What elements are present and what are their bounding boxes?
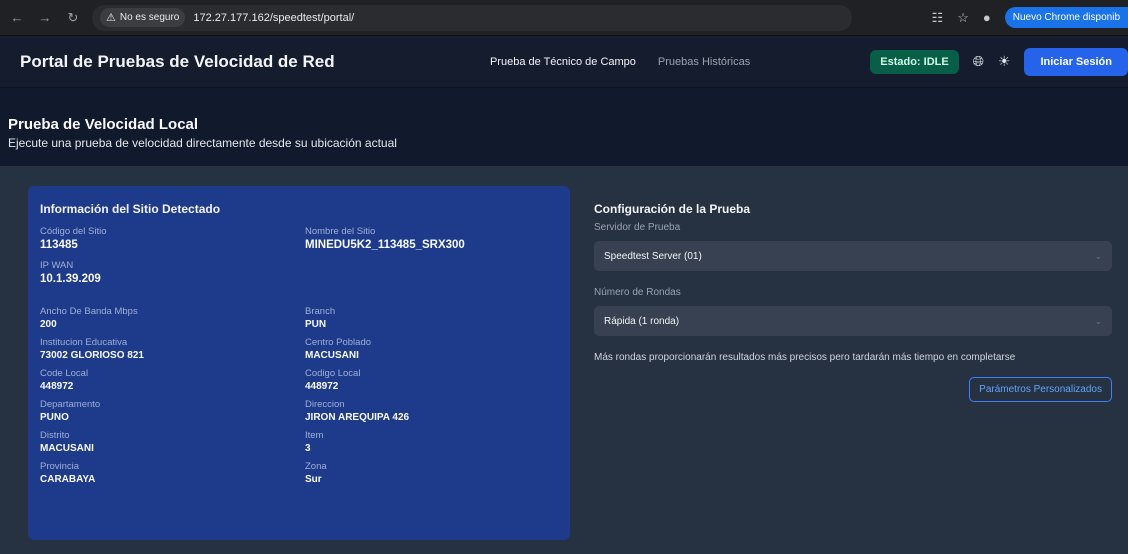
main-nav: Prueba de Técnico de Campo Pruebas Histó… [490,56,750,68]
profile-icon[interactable]: ● [983,10,991,25]
field-label: Direccion [305,399,345,410]
field-institution: Institucion Educativa 73002 GLORIOSO 821 [40,337,305,361]
site-card-title: Información del Sitio Detectado [40,202,221,216]
server-label: Servidor de Prueba [594,222,681,233]
rounds-select-value: Rápida (1 ronda) [604,315,680,327]
nav-field-test[interactable]: Prueba de Técnico de Campo [490,56,636,68]
field-label: Departamento [40,399,101,410]
field-site-code: Código del Sitio 113485 [40,226,305,251]
site-info-card: Información del Sitio Detectado Código d… [28,186,570,540]
forward-icon[interactable]: → [36,9,54,27]
field-provincia: Provincia CARABAYA [40,461,305,485]
field-label: Item [305,430,324,441]
field-value: MACUSANI [40,443,94,454]
app-title: Portal de Pruebas de Velocidad de Red [20,51,335,71]
page-heading: Prueba de Velocidad Local Ejecute una pr… [0,88,1128,166]
field-centro-poblado: Centro Poblado MACUSANI [305,337,545,361]
url-text[interactable]: 172.27.177.162/speedtest/portal/ [193,12,354,24]
field-value: PUNO [40,412,69,423]
translate-icon[interactable]: ☷ [932,10,944,26]
status-badge: Estado: IDLE [870,49,959,74]
rounds-label: Número de Rondas [594,287,681,298]
field-bandwidth: Ancho De Banda Mbps 200 [40,306,305,330]
field-direccion: Direccion JIRON AREQUIPA 426 [305,399,545,423]
field-site-name: Nombre del Sitio MINEDU5K2_113485_SRX300 [305,226,545,251]
field-value: 3 [305,443,311,454]
test-config-panel: Configuración de la Prueba Servidor de P… [594,186,1112,554]
field-label: Zona [305,461,327,472]
field-label: Code Local [40,368,89,379]
config-title: Configuración de la Prueba [594,202,751,216]
browser-toolbar: ← → ↻ ⚠ No es seguro 172.27.177.162/spee… [0,0,1128,36]
field-value: MACUSANI [305,350,359,361]
field-value: MINEDU5K2_113485_SRX300 [305,239,465,251]
field-zona: Zona Sur [305,461,545,485]
chevron-down-icon: ⌄ [1094,250,1102,261]
server-select[interactable]: Speedtest Server (01) ⌄ [594,241,1112,271]
field-value: 200 [40,319,57,330]
login-button[interactable]: Iniciar Sesión [1024,47,1128,76]
field-label: IP WAN [40,260,74,271]
sun-icon[interactable]: ☀ [998,53,1011,70]
field-label: Centro Poblado [305,337,372,348]
star-icon[interactable]: ☆ [957,10,969,26]
field-label: Institucion Educativa [40,337,128,348]
field-value: 73002 GLORIOSO 821 [40,350,144,361]
rounds-select[interactable]: Rápida (1 ronda) ⌄ [594,306,1112,336]
nav-history[interactable]: Pruebas Históricas [658,56,750,68]
field-code-local: Code Local 448972 [40,368,305,392]
field-value: JIRON AREQUIPA 426 [305,412,410,423]
rounds-note: Más rondas proporcionarán resultados más… [594,352,1016,363]
field-codigo-local: Codigo Local 448972 [305,368,545,392]
field-label: Branch [305,306,336,317]
server-select-value: Speedtest Server (01) [604,250,702,262]
field-value: 448972 [40,381,74,392]
field-value: Sur [305,474,322,485]
field-distrito: Distrito MACUSANI [40,430,305,454]
field-label: Codigo Local [305,368,361,379]
field-value: PUN [305,319,327,330]
field-value: 10.1.39.209 [40,273,101,285]
address-bar[interactable]: ⚠ No es seguro 172.27.177.162/speedtest/… [92,4,852,31]
security-label: No es seguro [119,12,180,23]
main-content: Información del Sitio Detectado Código d… [0,166,1128,554]
field-label: Ancho De Banda Mbps [40,306,138,317]
field-value: 448972 [305,381,339,392]
field-departamento: Departamento PUNO [40,399,305,423]
page-title: Prueba de Velocidad Local [8,116,199,133]
chrome-update-button[interactable]: Nuevo Chrome disponib [1004,7,1128,28]
reload-icon[interactable]: ↻ [64,9,82,27]
field-label: Provincia [40,461,80,472]
back-icon[interactable]: ← [8,9,26,27]
field-branch: Branch PUN [305,306,545,330]
app-header: Portal de Pruebas de Velocidad de Red Pr… [0,36,1128,88]
warning-icon: ⚠ [106,12,116,24]
field-value: 113485 [40,239,78,251]
security-chip[interactable]: ⚠ No es seguro [100,8,186,27]
field-label: Distrito [40,430,70,441]
field-ip-wan: IP WAN 10.1.39.209 [40,260,305,285]
chevron-down-icon: ⌄ [1094,315,1102,326]
field-item: Item 3 [305,430,545,454]
custom-params-button[interactable]: Parámetros Personalizados [969,377,1112,402]
field-value: CARABAYA [40,474,96,485]
globe-icon[interactable]: 🌐︎ [973,53,984,70]
field-label: Código del Sitio [40,226,107,237]
page-subtitle: Ejecute una prueba de velocidad directam… [8,136,397,150]
field-label: Nombre del Sitio [305,226,376,237]
